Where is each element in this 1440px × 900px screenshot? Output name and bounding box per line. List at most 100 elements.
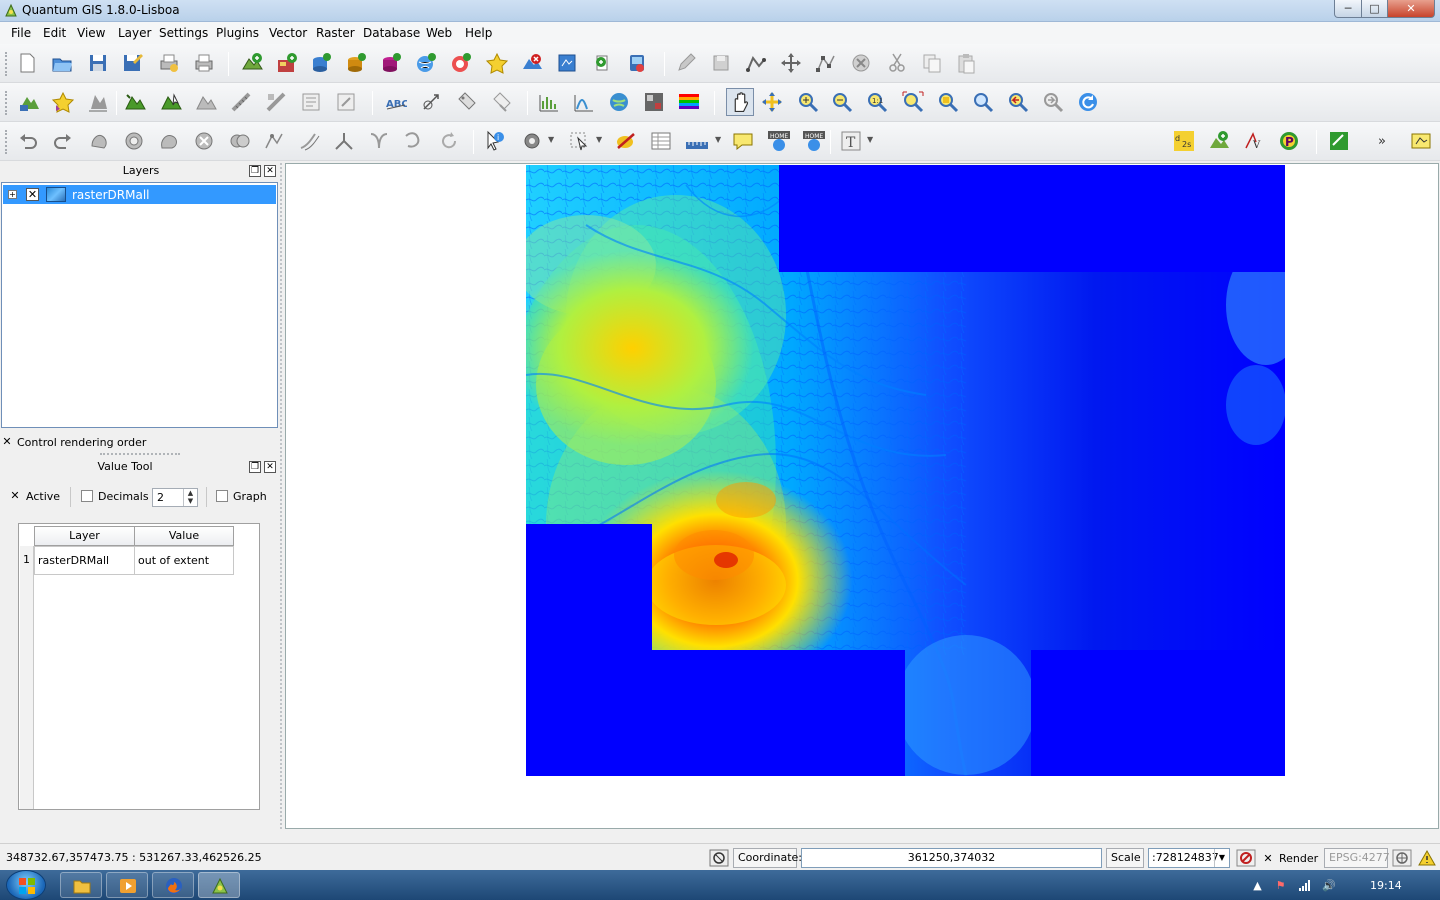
show-bookmarks-icon[interactable] — [87, 91, 109, 113]
add-raster-layer-icon[interactable] — [276, 52, 298, 74]
delete-ring-icon[interactable] — [193, 130, 215, 152]
save-as-icon[interactable] — [121, 52, 143, 74]
new-bookmark-icon[interactable] — [52, 91, 74, 113]
menu-raster[interactable]: Raster — [316, 26, 355, 40]
text-annotation-icon[interactable]: T — [840, 130, 862, 152]
scale-dropdown-arrow[interactable]: ▼ — [1214, 849, 1229, 867]
new-project-icon[interactable] — [16, 52, 38, 74]
labeling-icon[interactable]: ABC — [385, 91, 407, 113]
taskbar-media-player-button[interactable] — [106, 872, 148, 898]
crs-indicator[interactable]: EPSG:4277 — [1324, 848, 1390, 868]
d2s-plugin-icon[interactable]: d2s — [1173, 130, 1195, 152]
annotation-dropdown-arrow[interactable]: ▼ — [867, 135, 873, 144]
menu-vector[interactable]: Vector — [269, 26, 307, 40]
dock-splitter[interactable] — [100, 453, 180, 455]
save-edits-icon[interactable] — [710, 52, 732, 74]
merge-features-icon[interactable] — [368, 130, 390, 152]
map-tips-icon[interactable] — [335, 91, 357, 113]
zoom-out-icon[interactable] — [831, 91, 853, 113]
start-button[interactable] — [6, 870, 46, 900]
maximize-button[interactable]: □ — [1361, 0, 1388, 18]
taskbar-explorer-button[interactable] — [60, 872, 102, 898]
dock-resize-handle[interactable] — [280, 163, 283, 829]
save-project-icon[interactable] — [87, 52, 109, 74]
rotate-point-symbols-icon[interactable] — [438, 130, 460, 152]
menu-layer[interactable]: Layer — [118, 26, 151, 40]
deselect-features-icon[interactable] — [615, 130, 637, 152]
select-by-rectangle-icon[interactable] — [568, 130, 590, 152]
value-tool-plugin-icon[interactable]: V — [1243, 130, 1265, 152]
deselect-all-icon[interactable] — [195, 91, 217, 113]
spin-arrows[interactable]: ▲ ▼ — [183, 489, 197, 506]
remove-layer-icon[interactable] — [521, 52, 543, 74]
zoom-to-layer-icon[interactable] — [972, 91, 994, 113]
map-canvas[interactable] — [285, 163, 1439, 829]
print-composer-icon[interactable] — [158, 52, 180, 74]
layers-tree[interactable]: + ✕ rasterDRMall — [1, 182, 278, 428]
cut-features-icon[interactable] — [886, 52, 908, 74]
zoom-full-icon[interactable] — [902, 91, 924, 113]
taskbar-clock[interactable]: 19:14 — [1370, 879, 1402, 892]
menu-view[interactable]: View — [77, 26, 105, 40]
toolbar-overflow-button[interactable]: » — [1378, 134, 1386, 149]
toolbar-grip[interactable] — [5, 52, 8, 76]
rotate-label-icon[interactable] — [455, 91, 477, 113]
add-wms-layer-icon[interactable] — [415, 52, 437, 74]
paste-features-icon[interactable] — [955, 52, 977, 74]
menu-settings[interactable]: Settings — [159, 26, 208, 40]
print-icon[interactable] — [193, 52, 215, 74]
measure-tool-icon[interactable] — [685, 130, 709, 152]
run-feature-action-icon[interactable] — [521, 130, 543, 152]
zoom-next-icon[interactable] — [1042, 91, 1064, 113]
layer-visibility-checkbox[interactable]: ✕ — [26, 188, 39, 201]
refresh-icon[interactable] — [1077, 91, 1099, 113]
render-checkbox[interactable]: ✕ — [1262, 853, 1274, 865]
raster-histogram-stretch-icon[interactable] — [538, 91, 560, 113]
zoom-actual-size-icon[interactable]: 1:1 — [866, 91, 888, 113]
move-feature-icon[interactable] — [780, 52, 802, 74]
toggle-extents-icon[interactable] — [709, 849, 729, 867]
value-table[interactable]: Layer Value 1 rasterDRMall out of extent — [18, 523, 260, 810]
value-tool-close-button[interactable]: ✕ — [264, 461, 276, 473]
node-tool-icon[interactable] — [815, 52, 837, 74]
zoom-in-icon[interactable] — [797, 91, 819, 113]
merge-attributes-icon[interactable] — [403, 130, 425, 152]
gps-tools-icon[interactable] — [626, 52, 648, 74]
add-mssql-layer-icon[interactable] — [380, 52, 402, 74]
feature-action-dropdown-arrow[interactable]: ▼ — [548, 135, 554, 144]
raster-stretch-icon[interactable] — [573, 91, 595, 113]
add-feature-icon[interactable] — [745, 52, 767, 74]
map-tips-toggle-icon[interactable] — [732, 130, 754, 152]
delete-part-icon[interactable] — [228, 130, 250, 152]
add-spatialite-layer-icon[interactable] — [345, 52, 367, 74]
graph-checkbox[interactable] — [216, 490, 228, 502]
add-layer-plugin-icon[interactable] — [1208, 130, 1230, 152]
column-header-value[interactable]: Value — [134, 526, 234, 546]
zoom-to-selection-icon[interactable] — [937, 91, 959, 113]
python-console-icon[interactable]: P — [1278, 130, 1300, 152]
identify-icon[interactable]: i — [484, 130, 506, 152]
open-project-icon[interactable] — [51, 52, 73, 74]
pan-to-selection-icon[interactable] — [761, 91, 783, 113]
coordinate-field[interactable]: 361250,374032 — [801, 848, 1102, 868]
select-features-icon[interactable] — [160, 91, 182, 113]
add-wfs-layer-icon[interactable] — [486, 52, 508, 74]
add-part-icon[interactable] — [158, 130, 180, 152]
add-ring-icon[interactable] — [123, 130, 145, 152]
toolbar-grip[interactable] — [5, 91, 8, 115]
raster-calculator-icon[interactable] — [643, 91, 665, 113]
split-features-icon[interactable] — [333, 130, 355, 152]
toggle-editing-icon[interactable] — [675, 52, 697, 74]
layer-item-rasterdrmall[interactable]: + ✕ rasterDRMall — [3, 185, 276, 204]
stop-render-icon[interactable] — [1236, 849, 1256, 867]
taskbar-qgis-button[interactable] — [198, 872, 240, 898]
layers-float-button[interactable]: ❐ — [249, 165, 261, 177]
menu-plugins[interactable]: Plugins — [216, 26, 259, 40]
redo-icon[interactable] — [52, 130, 74, 152]
georeferencer-icon[interactable] — [608, 91, 630, 113]
simplify-feature-icon[interactable] — [88, 130, 110, 152]
menu-web[interactable]: Web — [426, 26, 452, 40]
new-shapefile-layer-icon[interactable] — [556, 52, 578, 74]
active-checkbox[interactable]: ✕ — [9, 490, 21, 503]
undo-icon[interactable] — [17, 130, 39, 152]
